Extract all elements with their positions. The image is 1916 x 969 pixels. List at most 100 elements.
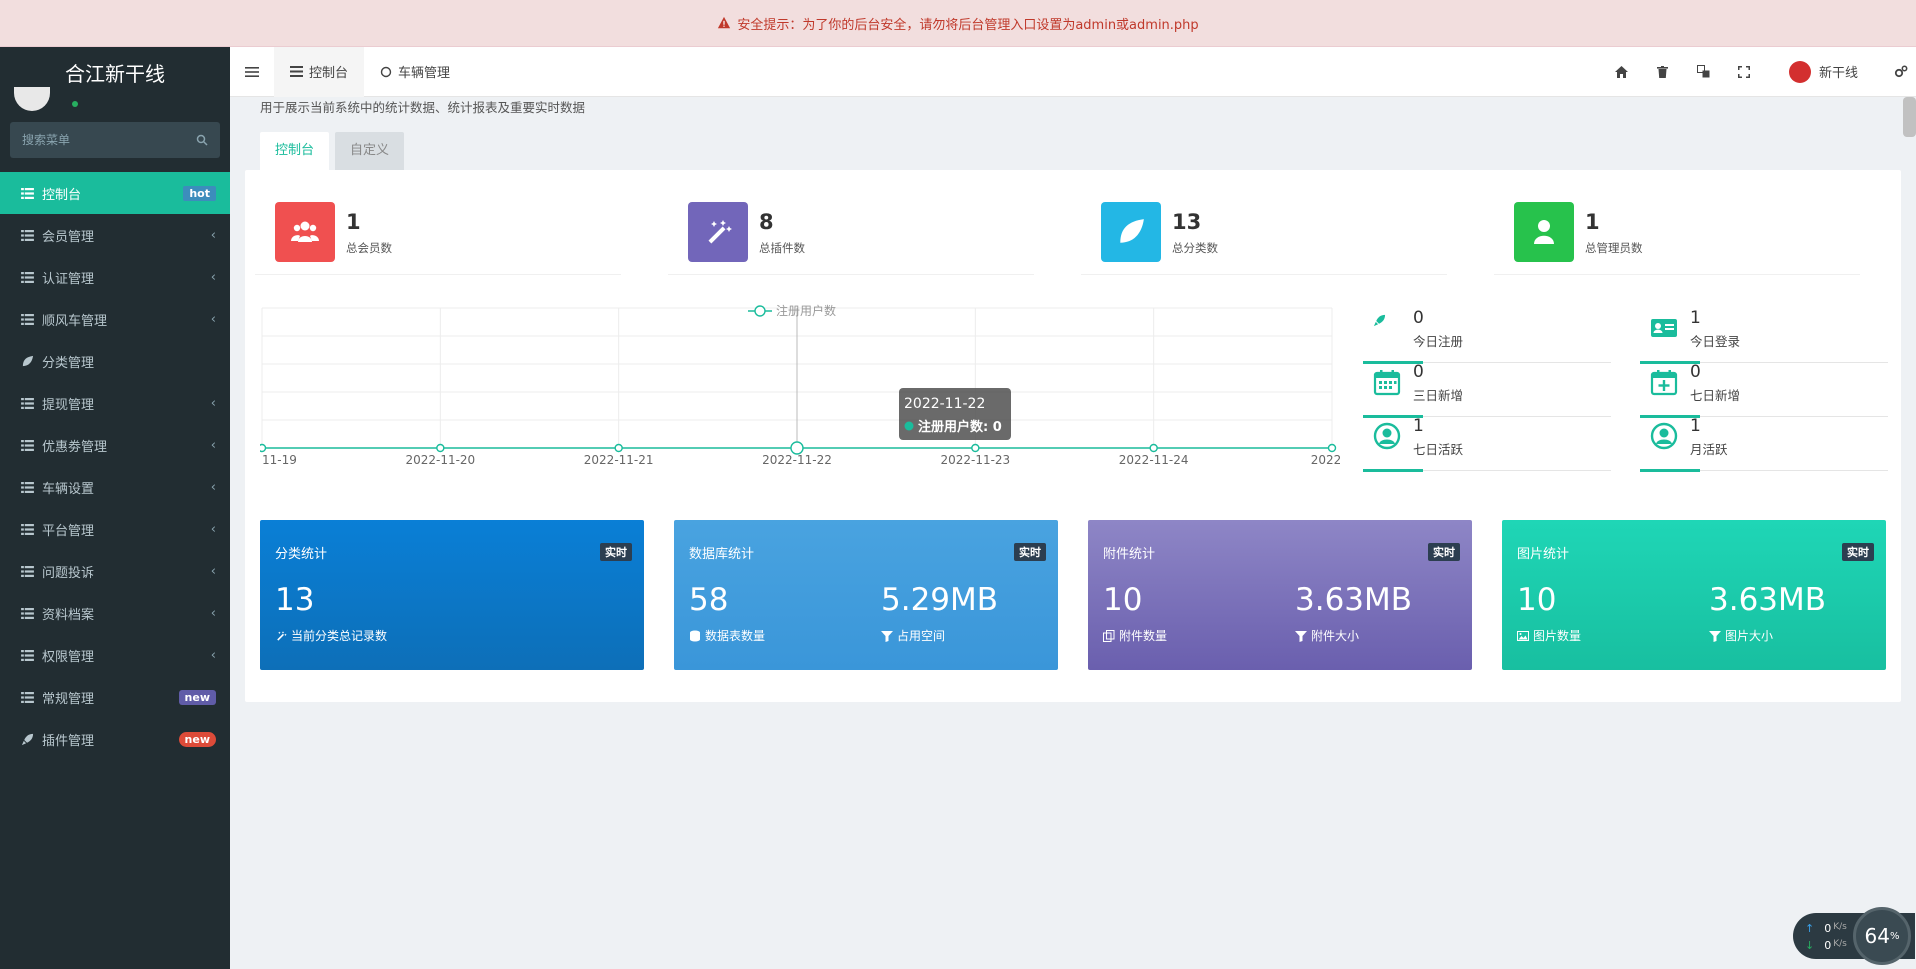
topbar-actions: 新干线 <box>1601 47 1916 97</box>
sidebar-item[interactable]: 车辆设置 ‹ <box>0 466 230 508</box>
home-button[interactable] <box>1601 65 1642 78</box>
stat-row: 1 总会员数 8 总插件数 13 总分类数 1 总管理员数 <box>245 170 1901 290</box>
menu-toggle-button[interactable] <box>230 66 274 78</box>
sidebar-menu: 控制台 hot 会员管理 ‹ 认证管理 ‹ 顺风车管理 ‹ 分类管理 提现管理 ‹ 优惠劵… <box>0 172 230 760</box>
card-subtitle: 占用空间 <box>881 627 945 644</box>
sidebar-item[interactable]: 会员管理 ‹ <box>0 214 230 256</box>
database-icon <box>689 630 701 642</box>
settings-button[interactable] <box>1886 65 1916 78</box>
menu-search-input[interactable] <box>22 133 182 147</box>
user-circle-icon <box>1373 422 1401 450</box>
sidebar-item-label: 资料档案 <box>42 607 95 623</box>
avatar[interactable] <box>14 87 50 111</box>
activity-label: 月活跃 <box>1690 442 1728 457</box>
card-title: 数据库统计 <box>689 547 755 562</box>
list-icon <box>20 228 34 242</box>
chevron-left-icon: ‹ <box>210 521 216 537</box>
activity-value: 0 <box>1413 362 1424 382</box>
x-tick-label: 2022-11-22 <box>762 453 832 467</box>
sidebar-item[interactable]: 权限管理 ‹ <box>0 634 230 676</box>
registered-users-line-chart: 11-19 2022-11-20 2022-11-21 2022-11-22 2022-… <box>260 303 1340 467</box>
sidebar-item-label: 顺风车管理 <box>42 313 108 329</box>
card-title: 分类统计 <box>275 547 328 562</box>
users-icon <box>275 202 335 262</box>
sidebar-item[interactable]: 提现管理 ‹ <box>0 382 230 424</box>
card-title: 图片统计 <box>1517 547 1570 562</box>
main-content: 用于展示当前系统中的统计数据、统计报表及重要实时数据 控制台 自定义 1 总会员… <box>230 97 1916 969</box>
tooltip-marker <box>904 421 914 431</box>
activity-label: 今日登录 <box>1690 334 1741 349</box>
sidebar-item-label: 车辆设置 <box>42 481 95 497</box>
sidebar-item[interactable]: 分类管理 <box>0 340 230 382</box>
rocket-icon <box>20 732 34 746</box>
circle-icon <box>380 66 392 77</box>
card-value: 3.63MB <box>1295 582 1413 618</box>
cogs-icon <box>1894 65 1908 78</box>
card-value: 3.63MB <box>1709 582 1827 618</box>
user-avatar[interactable] <box>1788 60 1811 83</box>
list-icon <box>290 66 303 77</box>
stat-value: 8 <box>759 210 774 234</box>
card-subtitle: 图片数量 <box>1517 627 1581 644</box>
warning-icon <box>718 16 731 29</box>
sidebar-item[interactable]: 控制台 hot <box>0 172 230 214</box>
tab-label: 控制台 <box>309 66 349 81</box>
stat-label: 总会员数 <box>346 241 392 255</box>
gauge-value: 64 <box>1864 924 1890 948</box>
chevron-left-icon: ‹ <box>210 647 216 663</box>
sidebar-item[interactable]: 资料档案 ‹ <box>0 592 230 634</box>
tab-label: 车辆管理 <box>398 66 451 81</box>
card-value: 58 <box>689 582 729 618</box>
activity-value: 1 <box>1690 416 1701 436</box>
activity-stat: 1 今日登录 <box>1640 308 1888 364</box>
subtab-custom[interactable]: 自定义 <box>335 132 405 170</box>
stat-box: 13 总分类数 <box>1081 202 1447 275</box>
sidebar-item[interactable]: 认证管理 ‹ <box>0 256 230 298</box>
activity-underline <box>1640 469 1888 472</box>
cpu-gauge[interactable]: 64% <box>1853 907 1911 965</box>
fullscreen-button[interactable] <box>1724 65 1765 78</box>
translate-button[interactable] <box>1683 65 1724 78</box>
summary-card: 附件统计 实时 10 附件数量 3.63MB 附件大小 <box>1088 520 1472 670</box>
page-scrollbar[interactable] <box>1903 97 1916 137</box>
list-icon <box>20 522 34 536</box>
realtime-badge: 实时 <box>600 543 632 561</box>
data-point <box>614 443 623 453</box>
chevron-left-icon: ‹ <box>210 395 216 411</box>
subtab-dashboard[interactable]: 控制台 <box>260 132 330 170</box>
stat-label: 总插件数 <box>759 241 805 255</box>
x-tick-label: 2022-11-21 <box>584 453 654 467</box>
chevron-left-icon: ‹ <box>210 563 216 579</box>
clear-cache-button[interactable] <box>1642 65 1683 78</box>
tab-vehicle-management[interactable]: 车辆管理 <box>364 47 466 97</box>
upload-unit: K/s <box>1833 922 1847 932</box>
card-value: 5.29MB <box>881 582 999 618</box>
calendar-icon <box>1373 368 1401 396</box>
sidebar-item-label: 会员管理 <box>42 229 95 245</box>
sidebar-item[interactable]: 插件管理 new <box>0 718 230 760</box>
tooltip-date: 2022-11-22 <box>904 396 985 412</box>
activity-stats: 0 今日注册 1 今日登录 0 三日新增 0 七日新增 1 七日活跃 1 月活跃 <box>1363 300 1901 475</box>
list-icon <box>20 438 34 452</box>
sidebar-item[interactable]: 常规管理 new <box>0 676 230 718</box>
card-value: 10 <box>1103 582 1143 618</box>
leaf-icon <box>20 354 34 368</box>
card-value: 10 <box>1517 582 1557 618</box>
card-subtitle: 附件大小 <box>1295 627 1359 644</box>
menu-badge: new <box>178 731 216 747</box>
sidebar-item[interactable]: 顺风车管理 ‹ <box>0 298 230 340</box>
card-subtitle: 附件数量 <box>1103 627 1167 644</box>
activity-underline <box>1363 469 1611 472</box>
search-icon[interactable] <box>196 134 208 146</box>
download-value: 0 <box>1824 939 1832 952</box>
username[interactable]: 新干线 <box>1819 62 1858 81</box>
user-icon <box>1514 202 1574 262</box>
list-icon <box>20 480 34 494</box>
list-icon <box>20 270 34 284</box>
sidebar-item-label: 控制台 <box>42 187 82 203</box>
sidebar-item[interactable]: 平台管理 ‹ <box>0 508 230 550</box>
activity-value: 0 <box>1690 362 1701 382</box>
sidebar-item[interactable]: 优惠劵管理 ‹ <box>0 424 230 466</box>
tab-dashboard[interactable]: 控制台 <box>274 46 365 97</box>
sidebar-item[interactable]: 问题投诉 ‹ <box>0 550 230 592</box>
